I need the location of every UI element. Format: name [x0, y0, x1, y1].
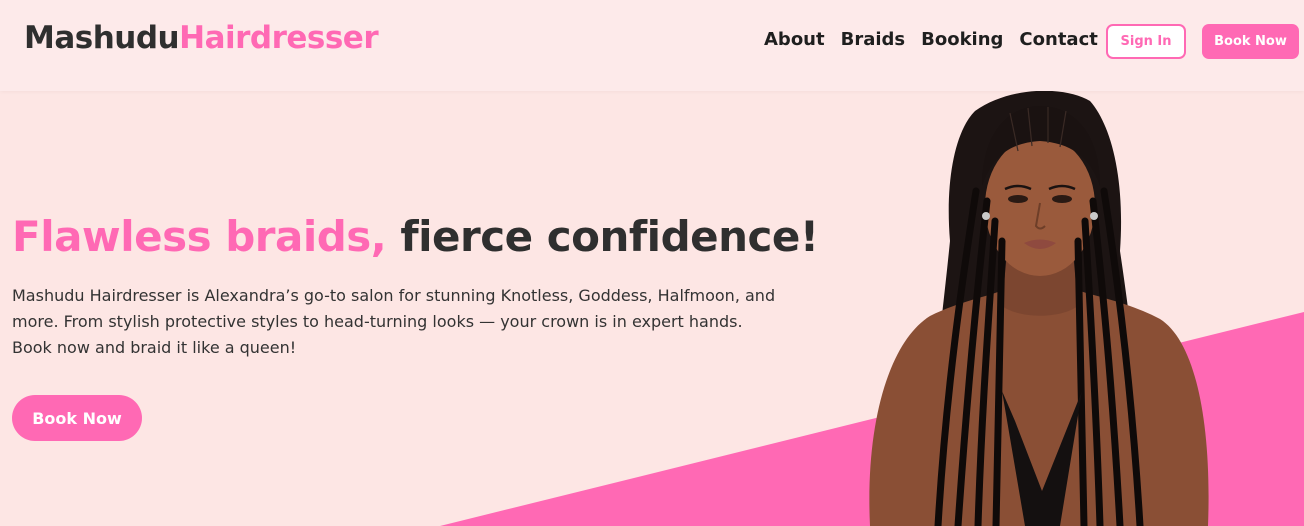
hero-title-main: fierce confidence! — [386, 212, 819, 261]
sign-in-button[interactable]: Sign In — [1106, 24, 1186, 59]
hero-description: Mashudu Hairdresser is Alexandra’s go-to… — [12, 286, 776, 357]
hero-book-now-button[interactable]: Book Now — [12, 395, 142, 441]
nav-link-booking[interactable]: Booking — [921, 29, 1003, 50]
logo-text-primary: Mashudu — [24, 20, 180, 56]
nav-link-braids[interactable]: Braids — [841, 29, 906, 50]
logo-text-accent: Hairdresser — [179, 20, 379, 56]
site-header: MashuduHairdresser About Braids Booking … — [0, 0, 1304, 91]
header-book-now-button[interactable]: Book Now — [1202, 24, 1299, 59]
site-logo[interactable]: MashuduHairdresser — [24, 20, 379, 56]
landing-page: MashuduHairdresser About Braids Booking … — [0, 0, 1304, 526]
nav-link-contact[interactable]: Contact — [1019, 29, 1097, 50]
hero-title-accent: Flawless braids, — [12, 212, 387, 261]
model-photo — [869, 91, 1209, 526]
hero-title: Flawless braids, fierce confidence! — [12, 212, 819, 261]
nav-link-about[interactable]: About — [764, 29, 825, 50]
main-nav: About Braids Booking Contact — [764, 29, 1098, 50]
